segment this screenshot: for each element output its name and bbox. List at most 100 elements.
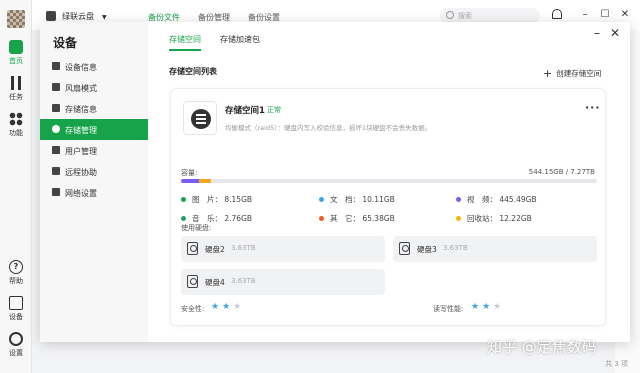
legend-dot <box>181 216 186 221</box>
nav-item-storage-info[interactable]: 存储信息 <box>40 98 148 119</box>
legend-dot <box>319 197 324 202</box>
disk-name: 硬盘2 <box>205 245 225 254</box>
tasks-icon <box>11 76 21 90</box>
tab-storage-space[interactable]: 存储空间 <box>169 34 201 51</box>
safety-label: 安全性: <box>181 305 205 313</box>
rail-item-settings[interactable]: 设置 <box>0 332 32 358</box>
tab-storage-accel[interactable]: 存储加速包 <box>220 34 260 49</box>
legend-text: 图 片： 8.15GB <box>192 195 253 204</box>
caret-down-icon: ▼ <box>102 14 107 21</box>
dialog-close-button[interactable]: ✕ <box>608 26 622 40</box>
nav-label: 风扇模式 <box>65 84 97 93</box>
dialog-title: 设备 <box>53 36 78 50</box>
rail-item-device[interactable]: 设备 <box>0 296 32 322</box>
safety-rating: ★★★ <box>211 302 244 312</box>
rail-device-label: 设备 <box>9 313 23 321</box>
legend-item: 文 档： 10.11GB <box>319 194 395 205</box>
legend-item: 回收站： 12.22GB <box>456 213 532 224</box>
nav-item-remote-assist[interactable]: 远程协助 <box>40 161 148 182</box>
rail-tasks-label: 任务 <box>9 93 23 101</box>
dialog-nav: 设备 设备信息 风扇模式 存储信息 存储管理 用户管理 远程协助 网络设置 <box>40 22 148 342</box>
capacity-bar <box>181 179 597 183</box>
hard-disk-icon <box>399 242 410 255</box>
status-badge: 正常 <box>267 106 281 114</box>
fan-icon <box>52 83 60 91</box>
speed-rating: ★★★ <box>471 302 504 312</box>
search-icon <box>446 11 454 19</box>
more-options-button[interactable]: ··· <box>585 101 601 114</box>
star-icon: ★ <box>493 302 505 312</box>
disk-tile[interactable]: 硬盘2 3.63TB <box>181 236 385 262</box>
disks-label: 使用硬盘: <box>181 224 212 232</box>
legend-dot <box>319 216 324 221</box>
avatar[interactable] <box>7 10 25 28</box>
storage-card: 存储空间1 正常 均衡模式（raid5）：硬盘内写入校验信息，损坏1块硬盘不会丢… <box>170 88 606 326</box>
maximize-button[interactable]: ☐ <box>598 8 612 22</box>
legend-dot <box>456 197 461 202</box>
star-icon: ★ <box>222 302 234 312</box>
create-storage-label: 创建存储空间 <box>556 69 602 78</box>
storage-icon <box>52 125 60 133</box>
bell-icon[interactable] <box>552 9 562 19</box>
device-icon <box>9 296 23 310</box>
users-icon <box>52 146 60 154</box>
dialog-minimize-button[interactable]: – <box>590 26 604 40</box>
disk-tile[interactable]: 硬盘3 3.63TB <box>393 236 597 262</box>
rail-home-label: 首页 <box>9 57 23 65</box>
watermark: 知乎 @定焦数码 <box>487 338 597 356</box>
nav-item-network[interactable]: 网络设置 <box>40 182 148 203</box>
speed-label: 读写性能: <box>433 305 464 313</box>
remote-icon <box>52 167 60 175</box>
capacity-segment <box>181 179 200 183</box>
rail-item-home[interactable]: 首页 <box>0 40 32 66</box>
nav-label: 设备信息 <box>65 63 97 72</box>
disk-size: 3.63TB <box>231 244 256 252</box>
gear-icon <box>9 332 23 346</box>
capacity-segment <box>199 179 212 183</box>
star-icon: ★ <box>211 302 223 312</box>
storage-name: 存储空间1 <box>225 106 265 116</box>
legend-text: 回收站： 12.22GB <box>467 214 532 223</box>
device-dialog: 设备 设备信息 风扇模式 存储信息 存储管理 用户管理 远程协助 网络设置 存储… <box>40 22 630 342</box>
window-close-button[interactable]: ✕ <box>618 8 632 22</box>
nav-item-user-manage[interactable]: 用户管理 <box>40 140 148 161</box>
plus-icon: + <box>543 67 553 80</box>
legend-item: 其 它： 65.38GB <box>319 213 395 224</box>
storage-description: 均衡模式（raid5）：硬盘内写入校验信息，损坏1块硬盘不会丢失数据。 <box>225 124 432 132</box>
legend-item: 视 频： 445.49GB <box>456 194 537 205</box>
account-name: 绿联云盘 <box>62 12 94 21</box>
rail-item-features[interactable]: 功能 <box>0 112 32 138</box>
legend-text: 音 乐： 2.76GB <box>192 214 253 223</box>
legend-text: 文 档： 10.11GB <box>330 195 395 204</box>
star-icon: ★ <box>482 302 494 312</box>
account-switcher[interactable]: 绿联云盘 ▼ <box>46 11 107 22</box>
nav-item-fan-mode[interactable]: 风扇模式 <box>40 77 148 98</box>
nav-label: 存储管理 <box>65 126 97 135</box>
nav-item-storage-manage[interactable]: 存储管理 <box>40 119 148 140</box>
disk-name: 硬盘3 <box>417 245 437 254</box>
legend-text: 其 它： 65.38GB <box>330 214 395 223</box>
rail-item-help[interactable]: ? 帮助 <box>0 260 32 286</box>
info-icon <box>52 62 60 70</box>
storage-pool-icon <box>183 101 217 135</box>
left-rail: 首页 任务 功能 ? 帮助 设备 设置 <box>0 0 32 373</box>
hard-disk-icon <box>187 242 198 255</box>
nav-label: 存储信息 <box>65 105 97 114</box>
grid-icon <box>9 112 23 126</box>
search-placeholder: 搜索 <box>458 12 472 20</box>
legend-item: 图 片： 8.15GB <box>181 194 252 205</box>
network-icon <box>52 188 60 196</box>
help-icon: ? <box>9 260 23 274</box>
rail-features-label: 功能 <box>9 129 23 137</box>
section-title: 存储空间列表 <box>169 67 217 76</box>
create-storage-button[interactable]: + 创建存储空间 <box>543 67 601 80</box>
rail-item-tasks[interactable]: 任务 <box>0 76 32 102</box>
rail-help-label: 帮助 <box>9 277 23 285</box>
disk-size: 3.63TB <box>231 277 256 285</box>
disk-tile[interactable]: 硬盘4 3.63TB <box>181 269 385 295</box>
disk-size: 3.63TB <box>443 244 468 252</box>
nav-label: 网络设置 <box>65 189 97 198</box>
minimize-button[interactable]: – <box>578 8 592 22</box>
star-icon: ★ <box>233 302 245 312</box>
nav-item-device-info[interactable]: 设备信息 <box>40 56 148 77</box>
